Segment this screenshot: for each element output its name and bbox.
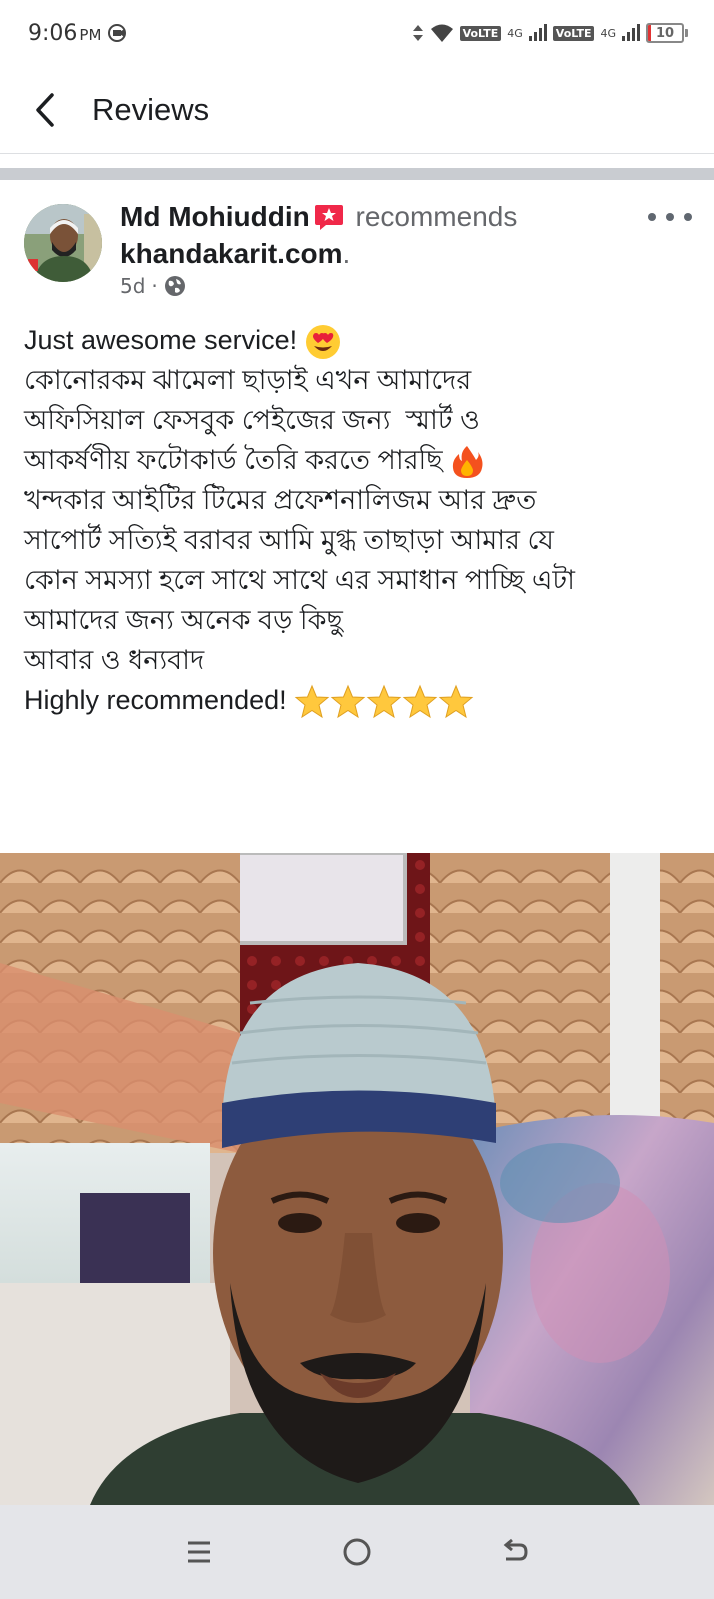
recent-apps-button[interactable] — [169, 1522, 229, 1582]
fire-emoji — [453, 445, 483, 478]
star-emoji — [294, 684, 330, 718]
status-left: 9:06 PM — [28, 21, 129, 46]
network-type-2: 4G — [600, 26, 616, 40]
signal-icon — [528, 24, 547, 41]
recommends-text: recommends — [355, 201, 518, 232]
post-line: আবার ও ধন্যবাদ — [24, 645, 205, 675]
post-line: কোনোরকম ঝামেলা ছাড়াই এখন আমাদের — [24, 365, 472, 395]
back-button[interactable] — [0, 66, 92, 154]
avatar[interactable] — [24, 204, 102, 282]
volte-badge-2: VoLTE — [552, 25, 595, 41]
post-line: Highly recommended! — [24, 680, 694, 720]
post-line: অফিসিয়াল ফেসবুক পেইজের জন্য স্মার্ট ও — [24, 405, 480, 435]
star-emoji — [330, 684, 366, 718]
post-line: আমাদের জন্য অনেক বড় কিছু — [24, 605, 343, 635]
app-header: Reviews — [0, 66, 714, 154]
post-line: কোন সমস্যা হলে সাথে সাথে এর সমাধান পাচ্ছ… — [24, 565, 575, 595]
network-type-1: 4G — [507, 26, 523, 40]
selfie-image — [0, 853, 714, 1505]
period: . — [342, 238, 351, 269]
page-title: Reviews — [92, 91, 210, 127]
data-arrows-icon — [412, 25, 423, 41]
back-gesture-icon — [503, 1538, 528, 1561]
signal-icon-2 — [622, 24, 640, 41]
star-emoji — [438, 684, 474, 718]
home-button[interactable] — [327, 1522, 387, 1582]
post-line: সাপোর্ট সত্যিই বরাবর আমি মুগ্ধ তাছাড়া আ… — [24, 525, 554, 555]
post-text: Just awesome service! কোনোরকম ঝামেলা ছাড… — [24, 320, 694, 720]
battery-level: 10 — [655, 25, 675, 41]
post-meta: 5d · — [120, 274, 186, 298]
author-name[interactable]: Md Mohiuddin — [120, 201, 310, 232]
back-nav-button[interactable] — [485, 1522, 545, 1582]
globe-icon — [164, 276, 185, 296]
home-icon — [343, 1538, 371, 1566]
status-bar: 9:06 PM VoLTE 4G VoLTE 4G 10 — [0, 0, 714, 66]
more-options-icon[interactable] — [648, 206, 692, 228]
wifi-icon — [430, 24, 453, 42]
battery-icon: 10 — [646, 23, 688, 43]
system-navbar — [0, 1505, 714, 1599]
page-link[interactable]: khandakarit.com — [120, 238, 343, 269]
author-line: Md Mohiuddin recommends khandakarit.com. — [120, 198, 640, 272]
back-arrow-icon — [36, 92, 54, 127]
meta-separator: · — [151, 274, 158, 298]
post-line: খন্দকার আইটির টিমের প্রফেশনালিজম আর দ্রু… — [24, 485, 537, 515]
recent-apps-icon — [188, 1541, 210, 1563]
section-divider — [0, 168, 714, 180]
screen-record-icon — [108, 24, 127, 42]
star-emoji — [366, 684, 402, 718]
status-time: 9:06 PM — [28, 20, 102, 46]
star-emoji — [402, 684, 438, 718]
post-line: Just awesome service! — [24, 320, 694, 360]
post-line: আকর্ষণীয় ফটোকার্ড তৈরি করতে পারছি — [24, 440, 694, 480]
recommend-badge-icon — [314, 204, 343, 230]
volte-badge-1: VoLTE — [459, 25, 502, 41]
heart-eyes-emoji — [305, 324, 340, 359]
post-photo[interactable] — [0, 853, 714, 1505]
time-ago[interactable]: 5d — [120, 274, 145, 298]
status-right: VoLTE 4G VoLTE 4G 10 — [412, 23, 688, 43]
five-stars-emoji — [294, 684, 474, 718]
